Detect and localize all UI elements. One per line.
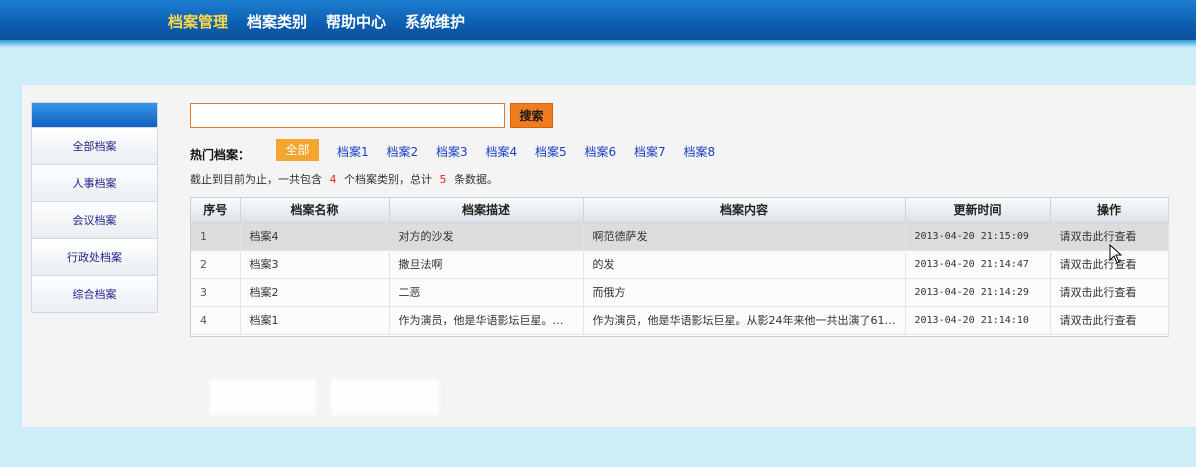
cell-index: 3 [191,278,241,307]
summary-middle: 个档案类别，总计 [344,173,432,186]
hot-link[interactable]: 档案4 [486,143,536,160]
nav-item-help-center[interactable]: 帮助中心 [326,11,386,32]
column-header-index[interactable]: 序号 [191,198,241,223]
column-header-name[interactable]: 档案名称 [240,198,390,223]
nav-item-archive-categories[interactable]: 档案类别 [247,11,307,32]
summary-text: 截止到目前为止，一共包含 4 个档案类别，总计 5 条数据。 [190,171,498,187]
cell-updated-time: 2013-04-20 21:14:29 [905,278,1051,307]
column-header-actions[interactable]: 操作 [1050,198,1169,223]
hot-archives-label: 热门档案： [190,148,251,162]
cell-name: 档案3 [240,250,390,279]
search-input[interactable] [190,103,505,128]
column-header-content[interactable]: 档案内容 [583,198,906,223]
cell-content: 啊范德萨发 [583,222,906,251]
mouse-pointer-icon [1109,244,1123,264]
table-row[interactable]: 4 档案1 作为演员，他是华语影坛巨星。从影24年来他一共出演了61部电影 作为… [191,306,1169,335]
table-row[interactable]: 2 档案3 撒旦法啊 的发 2013-04-20 21:14:47 请双击此行查… [191,250,1169,279]
cell-updated-time: 2013-04-20 21:14:10 [905,306,1051,335]
cell-updated-time: 2013-04-20 21:14:47 [905,250,1051,279]
table-row[interactable]: 3 档案2 二恶 而俄方 2013-04-20 21:14:29 请双击此行查看 [191,278,1169,307]
category-count: 4 [329,173,337,186]
search-button[interactable]: 搜索 [510,103,553,128]
cell-content: 而俄方 [583,278,906,307]
cell-name: 档案2 [240,278,390,307]
cell-description: 对方的沙发 [389,222,584,251]
hot-link[interactable]: 档案1 [337,143,387,160]
hot-link[interactable]: 档案8 [684,143,734,160]
record-count: 5 [439,173,447,186]
hot-link[interactable]: 档案3 [436,143,486,160]
hot-all-button[interactable]: 全部 [276,139,319,161]
sidebar-item-admin-archives[interactable]: 行政处档案 [32,238,157,275]
cell-name: 档案1 [240,306,390,335]
cell-description: 作为演员，他是华语影坛巨星。从影24年来他一共出演了61部电影 [389,306,584,335]
cell-index: 1 [191,222,241,251]
nav-shadow [0,40,1196,48]
summary-prefix: 截止到目前为止，一共包含 [190,173,322,186]
blurred-artifact [210,379,315,415]
sidebar-item-all-archives[interactable]: 全部档案 [32,127,157,164]
sidebar-item-general-archives[interactable]: 综合档案 [32,275,157,312]
sidebar-item-personnel-archives[interactable]: 人事档案 [32,164,157,201]
sidebar-item-meeting-archives[interactable]: 会议档案 [32,201,157,238]
table-header-row: 序号 档案名称 档案描述 档案内容 更新时间 操作 [191,198,1169,223]
hot-archive-links: 档案1 档案2 档案3 档案4 档案5 档案6 档案7 档案8 [337,143,733,160]
cell-updated-time: 2013-04-20 21:15:09 [905,222,1051,251]
hot-link[interactable]: 档案6 [585,143,635,160]
nav-item-system-maintenance[interactable]: 系统维护 [405,11,465,32]
cell-action: 请双击此行查看 [1050,306,1169,335]
top-nav-bar: 档案管理 档案类别 帮助中心 系统维护 [0,0,1196,40]
hot-link[interactable]: 档案7 [634,143,684,160]
sidebar: 全部档案 人事档案 会议档案 行政处档案 综合档案 [31,102,158,313]
cell-action: 请双击此行查看 [1050,278,1169,307]
cell-description: 二恶 [389,278,584,307]
cell-content: 的发 [583,250,906,279]
top-nav: 档案管理 档案类别 帮助中心 系统维护 [168,11,484,32]
hot-link[interactable]: 档案2 [387,143,437,160]
summary-suffix: 条数据。 [454,173,498,186]
blurred-artifact [331,379,439,415]
cell-index: 4 [191,306,241,335]
cell-index: 2 [191,250,241,279]
column-header-description[interactable]: 档案描述 [389,198,584,223]
cell-description: 撒旦法啊 [389,250,584,279]
archive-table: 序号 档案名称 档案描述 档案内容 更新时间 操作 1 档案4 对方的沙发 啊范… [190,197,1169,337]
hot-link[interactable]: 档案5 [535,143,585,160]
sidebar-header [32,103,157,127]
column-header-updated-time[interactable]: 更新时间 [905,198,1051,223]
cell-name: 档案4 [240,222,390,251]
table-row[interactable]: 1 档案4 对方的沙发 啊范德萨发 2013-04-20 21:15:09 请双… [191,222,1169,251]
nav-item-archive-management[interactable]: 档案管理 [168,11,228,32]
cell-content: 作为演员，他是华语影坛巨星。从影24年来他一共出演了61部电影 [583,306,906,335]
